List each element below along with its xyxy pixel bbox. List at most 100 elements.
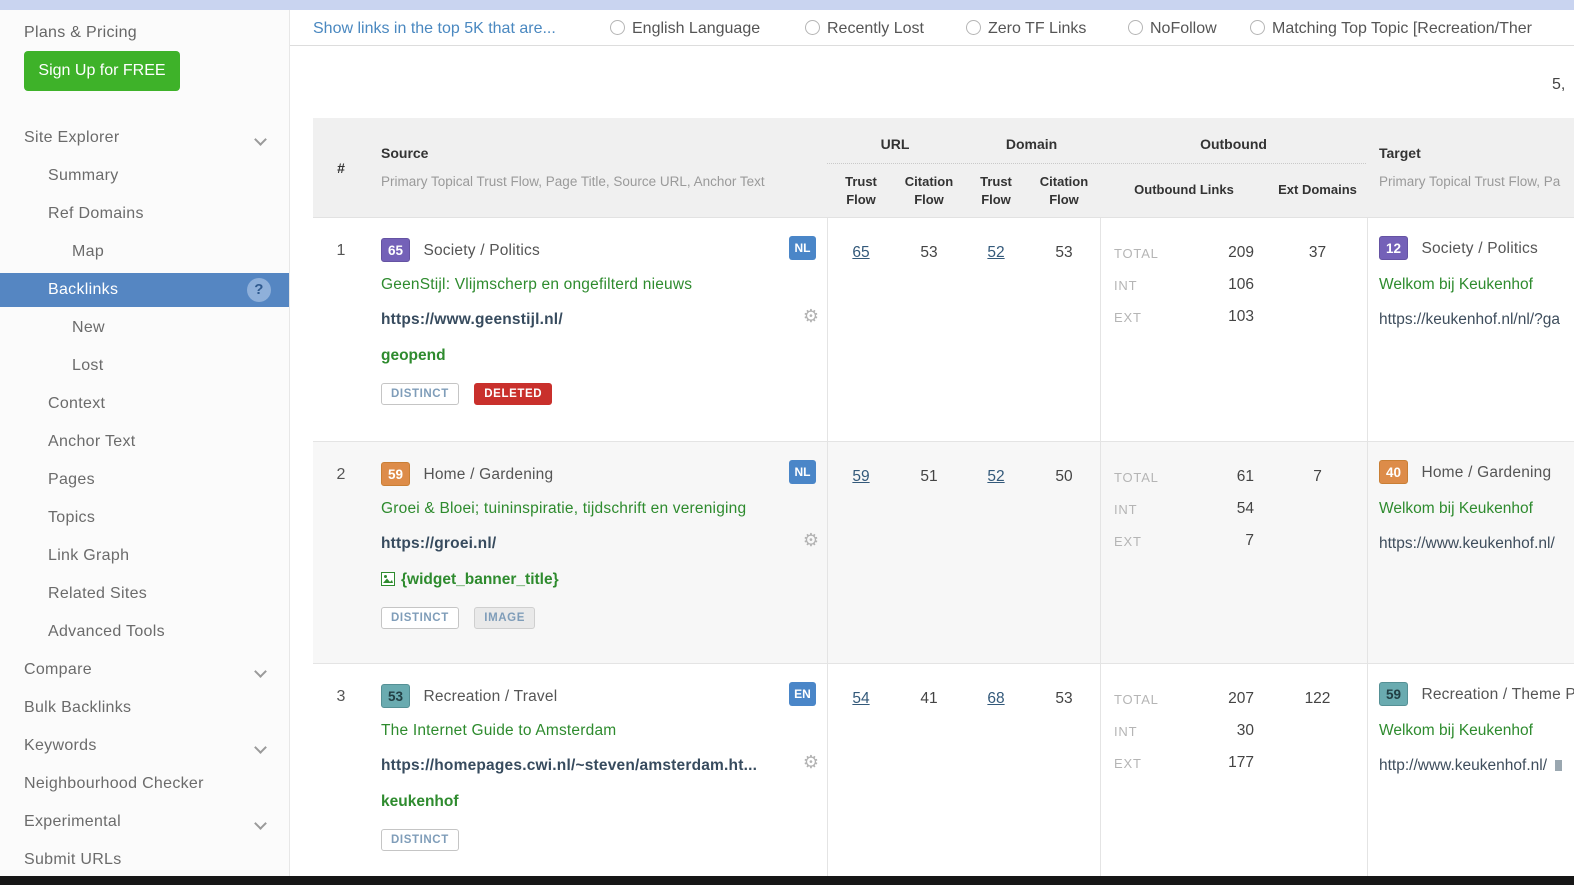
sidebar-item-context[interactable]: Context: [0, 385, 289, 423]
target-cell: 12 Society / Politics Welkom bij Keukenh…: [1367, 218, 1574, 441]
sidebar-item-backlinks[interactable]: Backlinks ?: [0, 273, 289, 307]
topical-trust-flow-badge: 59: [1379, 682, 1408, 706]
ext-domains-value: 7: [1313, 468, 1322, 485]
distinct-tag: DISTINCT: [381, 607, 459, 629]
source-page-title: The Internet Guide to Amsterdam: [381, 722, 617, 739]
sidebar-item-submit-urls[interactable]: Submit URLs: [0, 841, 289, 879]
header-group-outbound: Outbound: [1200, 136, 1267, 152]
sidebar-item-bulk-backlinks[interactable]: Bulk Backlinks: [0, 689, 289, 727]
gear-icon[interactable]: ⚙: [803, 530, 819, 551]
doc-icon: [1555, 760, 1563, 771]
radio-icon[interactable]: [805, 20, 820, 35]
radio-icon[interactable]: [1250, 20, 1265, 35]
header-url-trust-flow: Trust Flow: [845, 174, 877, 207]
url-citation-flow: 53: [920, 244, 938, 261]
language-badge: NL: [789, 236, 816, 260]
anchor-text-link[interactable]: geopend: [381, 347, 446, 365]
help-icon[interactable]: ?: [247, 278, 271, 302]
gear-icon[interactable]: ⚙: [803, 752, 819, 773]
sidebar-item-new[interactable]: New: [0, 309, 289, 347]
source-cell: 59 Home / Gardening NL Groei & Bloei; tu…: [369, 442, 827, 663]
sidebar-item-advanced-tools[interactable]: Advanced Tools: [0, 613, 289, 651]
outbound-total-label: TOTAL: [1114, 470, 1159, 485]
radio-icon[interactable]: [610, 20, 625, 35]
row-index: 3: [336, 688, 346, 705]
outbound-total-value: 209: [1228, 244, 1254, 261]
target-topic: Society / Politics: [1421, 240, 1538, 257]
outbound-ext-value: 103: [1228, 308, 1254, 325]
header-target: Target: [1379, 145, 1421, 161]
sidebar-item-topics[interactable]: Topics: [0, 499, 289, 537]
outbound-ext-label: EXT: [1114, 756, 1142, 771]
domain-trust-flow-link[interactable]: 68: [987, 690, 1004, 707]
sidebar-item-related-sites[interactable]: Related Sites: [0, 575, 289, 613]
outbound-total-label: TOTAL: [1114, 692, 1159, 707]
backlinks-table: # Source Primary Topical Trust Flow, Pag…: [313, 118, 1574, 876]
outbound-int-value: 30: [1236, 722, 1254, 739]
filter-english-language[interactable]: English Language: [610, 20, 760, 38]
gear-icon[interactable]: ⚙: [803, 306, 819, 327]
radio-icon[interactable]: [966, 20, 981, 35]
image-tag: IMAGE: [474, 607, 535, 629]
sidebar-item-neighbourhood-checker[interactable]: Neighbourhood Checker: [0, 765, 289, 803]
filter-nofollow[interactable]: NoFollow: [1128, 20, 1217, 38]
header-group-url: URL: [880, 136, 910, 152]
sidebar-item-anchor-text[interactable]: Anchor Text: [0, 423, 289, 461]
domain-trust-flow-link[interactable]: 52: [987, 244, 1004, 261]
sidebar-item-lost[interactable]: Lost: [0, 347, 289, 385]
source-topic: Home / Gardening: [423, 466, 554, 483]
sidebar-item-keywords[interactable]: Keywords: [0, 727, 289, 765]
target-cell: 59 Recreation / Theme Pa Welkom bij Keuk…: [1367, 664, 1574, 876]
radio-icon[interactable]: [1128, 20, 1143, 35]
sidebar-item-site-explorer[interactable]: Site Explorer: [0, 119, 289, 157]
anchor-text-link[interactable]: {widget_banner_title}: [381, 571, 559, 589]
outbound-total-value: 61: [1236, 468, 1254, 485]
source-url-link[interactable]: https://groei.nl/: [381, 535, 496, 553]
ext-domains-value: 122: [1304, 690, 1331, 707]
domain-trust-flow-link[interactable]: 52: [987, 468, 1004, 485]
table-row: 3 53 Recreation / Travel EN The Internet…: [313, 664, 1574, 876]
filter-matching-top-topic[interactable]: Matching Top Topic [Recreation/Ther: [1250, 20, 1532, 38]
topical-trust-flow-badge: 65: [381, 238, 410, 262]
url-trust-flow-link[interactable]: 54: [852, 690, 869, 707]
target-page-title: Welkom bij Keukenhof: [1379, 500, 1533, 517]
target-url-link[interactable]: https://keukenhof.nl/nl/?ga: [1379, 311, 1560, 329]
header-source-subtitle: Primary Topical Trust Flow, Page Title, …: [381, 174, 765, 189]
sidebar-item-summary[interactable]: Summary: [0, 157, 289, 195]
signup-button[interactable]: Sign Up for FREE: [24, 51, 180, 91]
header-domain-trust-flow: Trust Flow: [980, 174, 1012, 207]
sidebar-item-experimental[interactable]: Experimental: [0, 803, 289, 841]
image-icon: [381, 572, 395, 586]
target-cell: 40 Home / Gardening Welkom bij Keukenhof…: [1367, 442, 1574, 663]
outbound-int-value: 106: [1228, 276, 1254, 293]
sidebar-item-pages[interactable]: Pages: [0, 461, 289, 499]
page: Plans & Pricing Sign Up for FREE Site Ex…: [0, 0, 1574, 885]
bottom-bar: [0, 876, 1574, 885]
topical-trust-flow-badge: 59: [381, 462, 410, 486]
header-index: #: [337, 160, 345, 176]
sidebar-item-link-graph[interactable]: Link Graph: [0, 537, 289, 575]
sidebar-item-map[interactable]: Map: [0, 233, 289, 271]
url-trust-flow-link[interactable]: 59: [852, 468, 869, 485]
filter-recently-lost[interactable]: Recently Lost: [805, 20, 924, 38]
source-url-link[interactable]: https://www.geenstijl.nl/: [381, 311, 563, 329]
outbound-ext-label: EXT: [1114, 534, 1142, 549]
sidebar-item-plans-pricing[interactable]: Plans & Pricing: [0, 10, 289, 42]
show-links-filter-link[interactable]: Show links in the top 5K that are...: [313, 20, 556, 38]
url-trust-flow-link[interactable]: 65: [852, 244, 869, 261]
target-page-title: Welkom bij Keukenhof: [1379, 722, 1533, 739]
anchor-text-link[interactable]: keukenhof: [381, 793, 459, 811]
chevron-down-icon: [254, 133, 267, 146]
sidebar-item-ref-domains[interactable]: Ref Domains: [0, 195, 289, 233]
row-index: 1: [336, 242, 346, 259]
sidebar-item-compare[interactable]: Compare: [0, 651, 289, 689]
target-url-link[interactable]: https://www.keukenhof.nl/: [1379, 535, 1555, 553]
deleted-tag: DELETED: [474, 383, 553, 405]
source-url-link[interactable]: https://homepages.cwi.nl/~steven/amsterd…: [381, 757, 757, 775]
outbound-total-value: 207: [1228, 690, 1254, 707]
sidebar: Plans & Pricing Sign Up for FREE Site Ex…: [0, 10, 290, 876]
target-url-link[interactable]: http://www.keukenhof.nl/: [1379, 757, 1563, 775]
filter-zero-tf-links[interactable]: Zero TF Links: [966, 20, 1086, 38]
source-page-title: Groei & Bloei; tuininspiratie, tijdschri…: [381, 500, 747, 517]
header-group-domain: Domain: [1005, 136, 1058, 152]
